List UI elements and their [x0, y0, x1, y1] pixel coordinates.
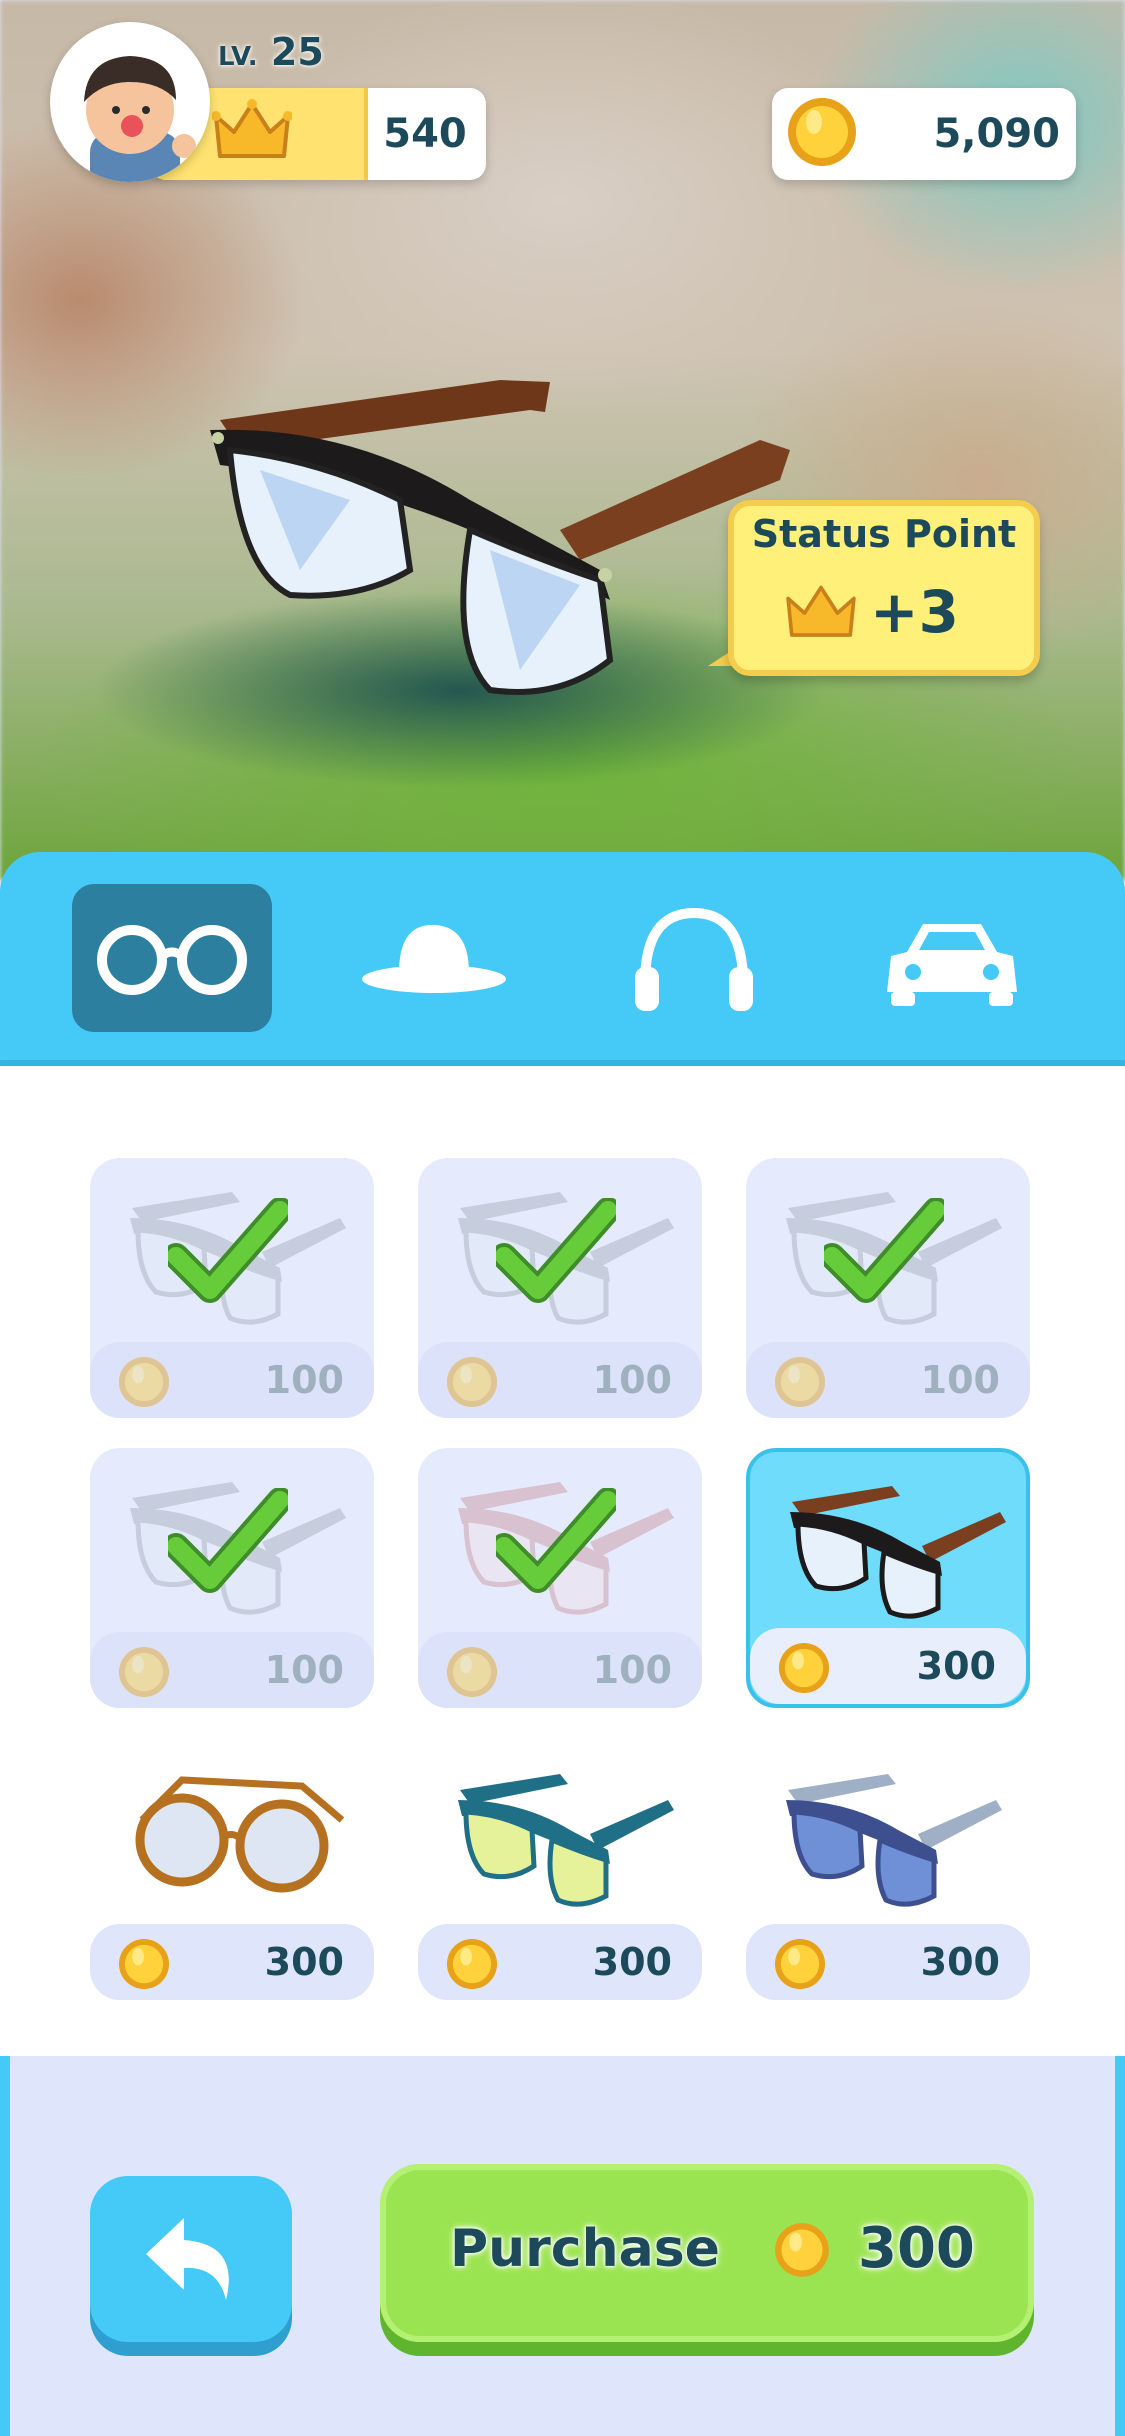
coins-value: 5,090	[933, 111, 1060, 157]
crown-icon	[786, 585, 856, 637]
glasses-item-icon	[768, 1760, 1008, 1910]
glasses-item-card[interactable]: 100	[90, 1158, 374, 1418]
coin-icon	[116, 1354, 172, 1414]
back-arrow-icon	[146, 2218, 229, 2300]
item-price: 300	[592, 1940, 672, 1984]
glasses-item-icon	[112, 1760, 352, 1910]
tab-headphones[interactable]	[594, 884, 794, 1032]
purchase-price: 300	[858, 2216, 975, 2281]
status-points-value: 540	[383, 111, 467, 157]
glasses-item-card[interactable]: 300	[746, 1448, 1030, 1708]
level-prefix: LV.	[218, 42, 258, 72]
level-value: 25	[270, 30, 324, 74]
coin-icon	[772, 1354, 828, 1414]
owned-check-icon	[163, 1487, 293, 1602]
item-price-pill: 100	[90, 1632, 374, 1708]
coin-icon	[116, 1644, 172, 1704]
car-icon	[887, 924, 1017, 1006]
panel-edge-left	[0, 2056, 10, 2436]
headphones-icon	[635, 907, 753, 1011]
item-price: 300	[920, 1940, 1000, 1984]
item-price: 100	[592, 1358, 672, 1402]
coin-icon	[116, 1936, 172, 1996]
coin-icon	[444, 1644, 500, 1704]
item-price: 300	[916, 1644, 996, 1688]
owned-check-icon	[491, 1197, 621, 1312]
avatar-character-icon	[84, 56, 196, 182]
glasses-item-card[interactable]: 300	[746, 1740, 1030, 2000]
glasses-item-icon	[440, 1760, 680, 1910]
item-price: 300	[264, 1940, 344, 1984]
item-price: 100	[264, 1358, 344, 1402]
glasses-item-card[interactable]: 100	[746, 1158, 1030, 1418]
item-price-pill: 100	[418, 1632, 702, 1708]
tab-hats[interactable]	[334, 884, 534, 1032]
coin-icon	[776, 1640, 832, 1700]
tab-glasses[interactable]	[72, 884, 272, 1032]
avatar[interactable]	[50, 22, 210, 182]
glasses-item-icon	[772, 1472, 1012, 1622]
purchase-label: Purchase	[450, 2219, 720, 2279]
back-button[interactable]	[90, 2176, 292, 2342]
glasses-item-card[interactable]: 300	[418, 1740, 702, 2000]
glasses-item-card[interactable]: 100	[90, 1448, 374, 1708]
owned-check-icon	[491, 1487, 621, 1602]
crown-icon	[212, 99, 292, 158]
item-price-pill: 300	[418, 1924, 702, 2000]
glasses-item-card[interactable]: 100	[418, 1448, 702, 1708]
player-level: LV. 25	[218, 30, 324, 74]
bubble-value: +3	[870, 578, 959, 646]
coin-icon	[444, 1354, 500, 1414]
coin-icon	[788, 98, 856, 166]
coin-icon	[444, 1936, 500, 1996]
glasses-item-card[interactable]: 300	[90, 1740, 374, 2000]
item-price-pill: 300	[90, 1924, 374, 2000]
item-price-pill: 100	[418, 1342, 702, 1418]
item-price-pill: 100	[90, 1342, 374, 1418]
item-price: 100	[264, 1648, 344, 1692]
hat-icon	[362, 924, 506, 993]
coin-icon	[775, 2223, 829, 2277]
item-price: 100	[592, 1648, 672, 1692]
glasses-item-card[interactable]: 100	[418, 1158, 702, 1418]
panel-edge-right	[1115, 2056, 1125, 2436]
item-price-pill: 300	[750, 1628, 1026, 1704]
bubble-title: Status Point	[751, 512, 1017, 556]
owned-check-icon	[163, 1197, 293, 1312]
tab-cars[interactable]	[852, 884, 1052, 1032]
glasses-icon	[97, 925, 247, 995]
coin-icon	[772, 1936, 828, 1996]
item-price-pill: 300	[746, 1924, 1030, 2000]
owned-check-icon	[819, 1197, 949, 1312]
item-price: 100	[920, 1358, 1000, 1402]
item-price-pill: 100	[746, 1342, 1030, 1418]
